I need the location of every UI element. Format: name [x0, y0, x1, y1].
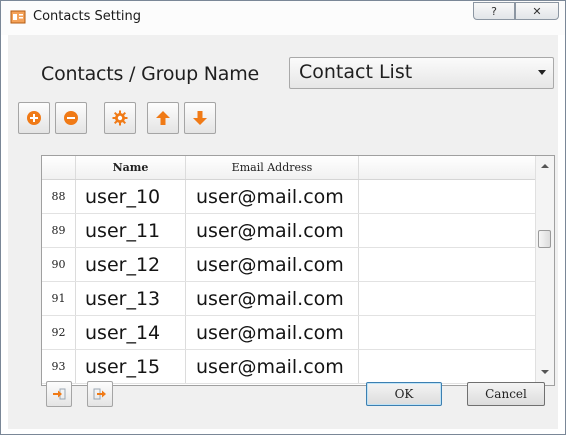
import-icon: [53, 388, 66, 400]
arrow-down-icon: [193, 111, 207, 125]
email-cell[interactable]: user@mail.com: [186, 214, 359, 247]
table-row[interactable]: 91 user_13 user@mail.com: [42, 282, 535, 316]
ok-button[interactable]: OK: [366, 382, 442, 406]
empty-cell: [359, 316, 535, 349]
name-cell[interactable]: user_10: [76, 180, 186, 213]
table-row[interactable]: 89 user_11 user@mail.com: [42, 214, 535, 248]
close-button[interactable]: ✕: [515, 2, 559, 20]
name-cell[interactable]: user_12: [76, 248, 186, 281]
group-select[interactable]: Contact List: [289, 57, 554, 89]
add-button[interactable]: [18, 102, 50, 134]
add-icon: [27, 111, 41, 125]
contacts-table[interactable]: Name Email Address 88 user_10 user@mail.…: [41, 155, 555, 386]
cancel-button[interactable]: Cancel: [467, 382, 545, 406]
name-cell[interactable]: user_13: [76, 282, 186, 315]
gear-icon: [112, 110, 128, 126]
window-title: Contacts Setting: [33, 9, 142, 24]
remove-button[interactable]: [55, 102, 87, 134]
table-header: Name Email Address: [42, 156, 535, 180]
empty-cell: [359, 248, 535, 281]
empty-cell: [359, 282, 535, 315]
group-name-label: Contacts / Group Name: [41, 63, 260, 85]
row-number: 91: [42, 282, 76, 315]
email-cell[interactable]: user@mail.com: [186, 282, 359, 315]
row-number: 89: [42, 214, 76, 247]
export-button[interactable]: [87, 381, 113, 407]
column-header-blank: [359, 156, 535, 179]
table-row[interactable]: 93 user_15 user@mail.com: [42, 350, 535, 384]
email-cell[interactable]: user@mail.com: [186, 248, 359, 281]
title-bar: Contacts Setting ? ✕: [1, 1, 565, 35]
import-button[interactable]: [46, 381, 72, 407]
table-row[interactable]: 92 user_14 user@mail.com: [42, 316, 535, 350]
name-cell[interactable]: user_15: [76, 350, 186, 383]
help-icon: ?: [491, 4, 497, 18]
email-cell[interactable]: user@mail.com: [186, 316, 359, 349]
column-header-email[interactable]: Email Address: [186, 156, 359, 179]
row-number: 92: [42, 316, 76, 349]
row-number-header: [42, 156, 76, 179]
chevron-down-icon: [538, 70, 546, 75]
email-cell[interactable]: user@mail.com: [186, 350, 359, 383]
export-icon: [93, 388, 106, 400]
table-row[interactable]: 88 user_10 user@mail.com: [42, 180, 535, 214]
row-number: 88: [42, 180, 76, 213]
empty-cell: [359, 350, 535, 383]
settings-button[interactable]: [104, 102, 136, 134]
scroll-down-icon[interactable]: [541, 370, 549, 374]
scroll-up-icon[interactable]: [541, 164, 549, 168]
empty-cell: [359, 214, 535, 247]
move-up-button[interactable]: [147, 102, 179, 134]
help-button[interactable]: ?: [473, 2, 515, 20]
arrow-up-icon: [156, 111, 170, 125]
vertical-scrollbar[interactable]: [535, 156, 554, 385]
table-row[interactable]: 90 user_12 user@mail.com: [42, 248, 535, 282]
close-icon: ✕: [532, 4, 542, 18]
column-header-name[interactable]: Name: [76, 156, 186, 179]
row-number: 90: [42, 248, 76, 281]
scroll-thumb[interactable]: [538, 230, 551, 248]
name-cell[interactable]: user_14: [76, 316, 186, 349]
email-cell[interactable]: user@mail.com: [186, 180, 359, 213]
move-down-button[interactable]: [184, 102, 216, 134]
group-select-value: Contact List: [299, 61, 413, 83]
empty-cell: [359, 180, 535, 213]
dialog-body: Contacts / Group Name Contact List Name …: [8, 35, 558, 429]
remove-icon: [64, 111, 78, 125]
contacts-setting-window: Contacts Setting ? ✕ Contacts / Group Na…: [0, 0, 566, 435]
row-number: 93: [42, 350, 76, 383]
name-cell[interactable]: user_11: [76, 214, 186, 247]
contacts-app-icon: [10, 10, 26, 24]
